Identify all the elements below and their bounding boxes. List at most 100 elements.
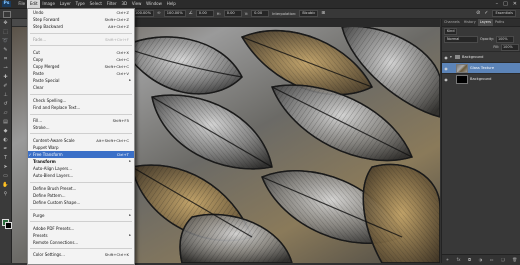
blend-mode-select[interactable]: Normal	[444, 35, 478, 43]
lasso-tool-icon[interactable]: ➰	[2, 38, 10, 45]
mask-icon[interactable]: ◘	[468, 257, 471, 262]
cancel-transform-icon[interactable]: ⊘	[476, 10, 480, 17]
menu-item-free-transform[interactable]: ✓ Free Transform Ctrl+T	[28, 150, 134, 159]
adjustment-icon[interactable]: ◑	[479, 257, 483, 262]
layer-filter-kind[interactable]: Kind	[444, 27, 458, 35]
menu-item-label: Adobe PDF Presets...	[33, 225, 75, 231]
menu-layer[interactable]: Layer	[57, 0, 73, 8]
menu-item-define-custom-shape[interactable]: Define Custom Shape...	[28, 199, 134, 206]
menu-item-content-aware-scale[interactable]: Content-Aware Scale Alt+Shift+Ctrl+C	[28, 137, 134, 144]
width-field[interactable]: 100.00%	[132, 10, 154, 17]
minimize-icon[interactable]: –	[496, 0, 499, 8]
menu-item-step-backward[interactable]: Step Backward Alt+Ctrl+Z	[28, 23, 134, 30]
menu-item-color-settings[interactable]: Color Settings... Shift+Ctrl+K	[28, 251, 134, 258]
path-select-tool-icon[interactable]: ➤	[2, 164, 10, 171]
menu-item-adobe-pdf-presets[interactable]: Adobe PDF Presets...	[28, 225, 134, 232]
menu-item-cut[interactable]: Cut Ctrl+X	[28, 49, 134, 56]
healing-brush-tool-icon[interactable]: ✚	[2, 74, 10, 81]
blur-tool-icon[interactable]: ◆	[2, 128, 10, 135]
pen-tool-icon[interactable]: ✒	[2, 146, 10, 153]
menu-item-paste-special[interactable]: Paste Special ▸	[28, 77, 134, 84]
menu-item-purge[interactable]: Purge ▸	[28, 212, 134, 219]
menu-item-clear[interactable]: Clear	[28, 84, 134, 91]
eraser-tool-icon[interactable]: ▱	[2, 110, 10, 117]
marquee-tool-icon[interactable]: ⬚	[2, 29, 10, 36]
tab-history[interactable]: History	[462, 19, 478, 26]
menu-help[interactable]: Help	[164, 0, 178, 8]
warp-icon[interactable]: ⊞	[321, 11, 325, 16]
angle-field[interactable]: 0.00	[195, 10, 214, 17]
zoom-tool-icon[interactable]: ⚲	[2, 191, 10, 198]
clone-stamp-tool-icon[interactable]: ⊥	[2, 92, 10, 99]
menu-item-auto-align-layers[interactable]: Auto-Align Layers...	[28, 165, 134, 172]
menu-item-check-spelling[interactable]: Check Spelling...	[28, 97, 134, 104]
crop-tool-icon[interactable]: ⌗	[2, 56, 10, 63]
fill-field[interactable]: 100%	[501, 43, 519, 51]
menu-item-define-pattern[interactable]: Define Pattern...	[28, 192, 134, 199]
link-icon[interactable]: ∞	[157, 11, 161, 16]
layer-row[interactable]: ◉ Glass Texture	[442, 62, 520, 73]
trash-icon[interactable]: 🗑	[512, 257, 517, 262]
menu-select[interactable]: Select	[87, 0, 104, 8]
h-skew-field[interactable]: 0.00	[223, 10, 242, 17]
color-swatches[interactable]	[2, 219, 12, 229]
quick-select-tool-icon[interactable]: ✎	[2, 47, 10, 54]
dodge-tool-icon[interactable]: ◐	[2, 137, 10, 144]
menu-item-puppet-warp[interactable]: Puppet Warp	[28, 144, 134, 151]
layer-row[interactable]: ◉ Background	[442, 73, 520, 84]
menu-item-shortcut: Shift+Ctrl+F	[105, 36, 129, 42]
layer-row[interactable]: ◉ ▾ Background	[442, 51, 520, 62]
eye-icon[interactable]: ◉	[442, 66, 450, 71]
menu-edit[interactable]: Edit	[27, 0, 41, 8]
workspace-select[interactable]: Essentials	[492, 10, 516, 17]
commit-transform-icon[interactable]: ✓	[484, 10, 488, 17]
interpolation-select[interactable]: Bicubic	[299, 10, 319, 17]
gradient-tool-icon[interactable]: ▤	[2, 119, 10, 126]
fx-icon[interactable]: fx	[457, 257, 461, 262]
menu-window[interactable]: Window	[144, 0, 165, 8]
menu-item-label: Find and Replace Text...	[33, 105, 81, 111]
eye-icon[interactable]: ◉	[442, 77, 450, 82]
menu-item-fill[interactable]: Fill... Shift+F5	[28, 117, 134, 124]
menu-item-copy[interactable]: Copy Ctrl+C	[28, 56, 134, 63]
menu-item-define-brush-preset[interactable]: Define Brush Preset...	[28, 185, 134, 192]
menu-item-transform[interactable]: Transform ▸	[28, 158, 134, 165]
history-brush-tool-icon[interactable]: ↺	[2, 101, 10, 108]
tab-paths[interactable]: Paths	[493, 19, 506, 26]
brush-tool-icon[interactable]: ✐	[2, 83, 10, 90]
close-icon[interactable]: ✕	[513, 0, 517, 8]
menu-filter[interactable]: Filter	[104, 0, 119, 8]
menu-item-undo[interactable]: Undo Ctrl+Z	[28, 9, 134, 16]
type-tool-icon[interactable]: T	[2, 155, 10, 162]
eye-icon[interactable]: ◉	[442, 55, 450, 60]
maximize-icon[interactable]: □	[503, 0, 508, 8]
transform-reference-icon[interactable]	[3, 11, 11, 18]
menu-item-auto-blend-layers[interactable]: Auto-Blend Layers...	[28, 172, 134, 179]
menu-type[interactable]: Type	[73, 0, 87, 8]
tab-channels[interactable]: Channels	[442, 19, 462, 26]
menu-item-step-forward[interactable]: Step Forward Shift+Ctrl+Z	[28, 16, 134, 23]
hand-tool-icon[interactable]: ✋	[2, 182, 10, 189]
menu-3d[interactable]: 3D	[119, 0, 129, 8]
menu-item-presets[interactable]: Presets ▸	[28, 232, 134, 239]
menu-image[interactable]: Image	[40, 0, 57, 8]
background-color-swatch[interactable]	[5, 222, 12, 229]
menu-item-paste[interactable]: Paste Ctrl+V	[28, 70, 134, 77]
v-skew-field[interactable]: 0.00	[251, 10, 270, 17]
tab-layers[interactable]: Layers	[477, 19, 493, 26]
menu-item-find-and-replace-text[interactable]: Find and Replace Text...	[28, 104, 134, 111]
layer-name: Background	[470, 77, 492, 81]
menu-item-remote-connections[interactable]: Remote Connections...	[28, 239, 134, 246]
menu-file[interactable]: File	[16, 0, 27, 8]
move-tool-icon[interactable]: ✥	[2, 20, 10, 27]
eyedropper-tool-icon[interactable]: ⊸	[2, 65, 10, 72]
menu-view[interactable]: View	[129, 0, 143, 8]
opacity-field[interactable]: 100%	[495, 35, 514, 43]
height-field[interactable]: 100.00%	[163, 10, 186, 17]
menu-item-stroke[interactable]: Stroke...	[28, 124, 134, 131]
link-layers-icon[interactable]: ⚭	[446, 257, 449, 262]
new-group-icon[interactable]: ▭	[490, 257, 494, 262]
new-layer-icon[interactable]: ❏	[501, 257, 505, 262]
shape-tool-icon[interactable]: ▭	[2, 173, 10, 180]
menu-item-copy-merged[interactable]: Copy Merged Shift+Ctrl+C	[28, 63, 134, 70]
